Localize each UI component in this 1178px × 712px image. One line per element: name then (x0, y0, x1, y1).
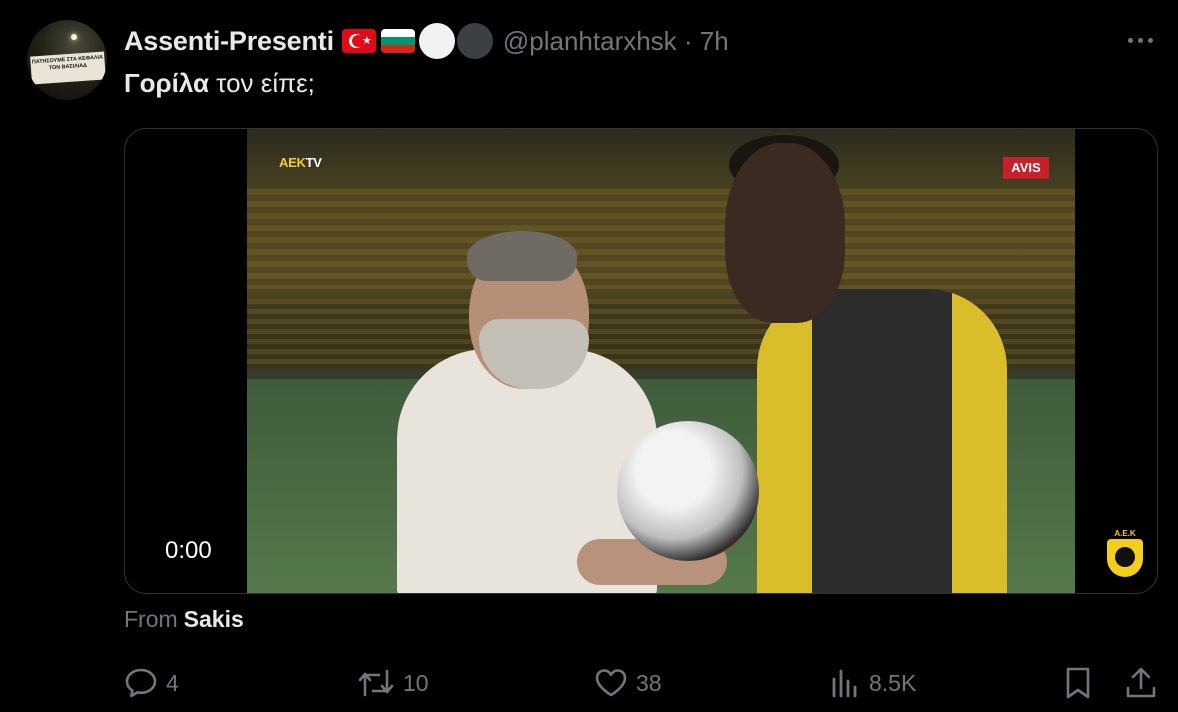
avatar-banner: ΠΑΤΗΣΟΥΜΕ ΣΤΑ ΚΕΦΑΛΙΑ ΤΟΝ ΒΑΣΙΛΙΑΔ (30, 51, 106, 85)
reply-icon (125, 668, 157, 698)
crest-label: Α.Ε.Κ (1114, 529, 1136, 538)
man-right-head (725, 143, 845, 323)
reply-count: 4 (166, 669, 179, 696)
like-button[interactable]: 38 (594, 665, 662, 701)
dark-circle-icon (456, 23, 493, 59)
tweet-text: Γορίλα τον είπε; (124, 68, 315, 99)
football-ball (617, 421, 759, 561)
avis-sponsor-label: AVIS (1003, 157, 1049, 179)
repost-count: 10 (403, 669, 429, 696)
share-icon (1126, 667, 1156, 698)
man-left-hair (467, 231, 577, 281)
flag-turkey-icon: ★ (341, 29, 376, 53)
man-yellow-jersey (757, 289, 1007, 593)
aek-crest-icon: Α.Ε.Κ (1105, 529, 1145, 579)
stadium-light (71, 34, 77, 40)
display-name[interactable]: Assenti-Presenti (124, 26, 334, 57)
video-frame[interactable]: AEKTV AVIS (247, 129, 1075, 593)
time-ago[interactable]: 7h (700, 26, 729, 56)
tweet-text-rest: τον είπε; (208, 68, 315, 98)
flag-bulgaria-icon (380, 29, 415, 53)
like-count: 38 (636, 669, 662, 696)
more-options-icon[interactable] (1124, 30, 1156, 50)
attribution-prefix: From (124, 606, 178, 632)
repost-button[interactable]: 10 (357, 665, 429, 701)
avatar[interactable]: ΠΑΤΗΣΟΥΜΕ ΣΤΑ ΚΕΦΑΛΙΑ ΤΟΝ ΒΑΣΙΛΙΑΔ (27, 20, 107, 100)
share-button[interactable] (1124, 665, 1158, 701)
video-attribution: From Sakis (124, 606, 244, 633)
video-player[interactable]: AEKTV AVIS Α.Ε.Κ 0:00 (124, 128, 1158, 594)
bookmark-button[interactable] (1062, 665, 1094, 701)
user-handle[interactable]: @planhtarxhsk · 7h (503, 26, 729, 57)
repost-icon (358, 669, 394, 697)
analytics-icon (832, 669, 857, 698)
time-separator: · (676, 25, 700, 56)
heart-icon (595, 669, 627, 697)
tweet-text-bold: Γορίλα (124, 68, 209, 98)
white-circle-icon (418, 23, 455, 59)
views-button[interactable]: 8.5K (829, 665, 916, 701)
attribution-name[interactable]: Sakis (184, 606, 244, 632)
tweet-header: Assenti-Presenti ★ @planhtarxhsk · 7h (124, 23, 729, 59)
reply-button[interactable]: 4 (124, 665, 179, 701)
bookmark-icon (1066, 667, 1090, 699)
stadium-stands (247, 189, 1075, 289)
views-count: 8.5K (869, 669, 917, 696)
video-timestamp: 0:00 (165, 537, 212, 564)
aek-tv-logo: AEKTV (279, 155, 322, 170)
